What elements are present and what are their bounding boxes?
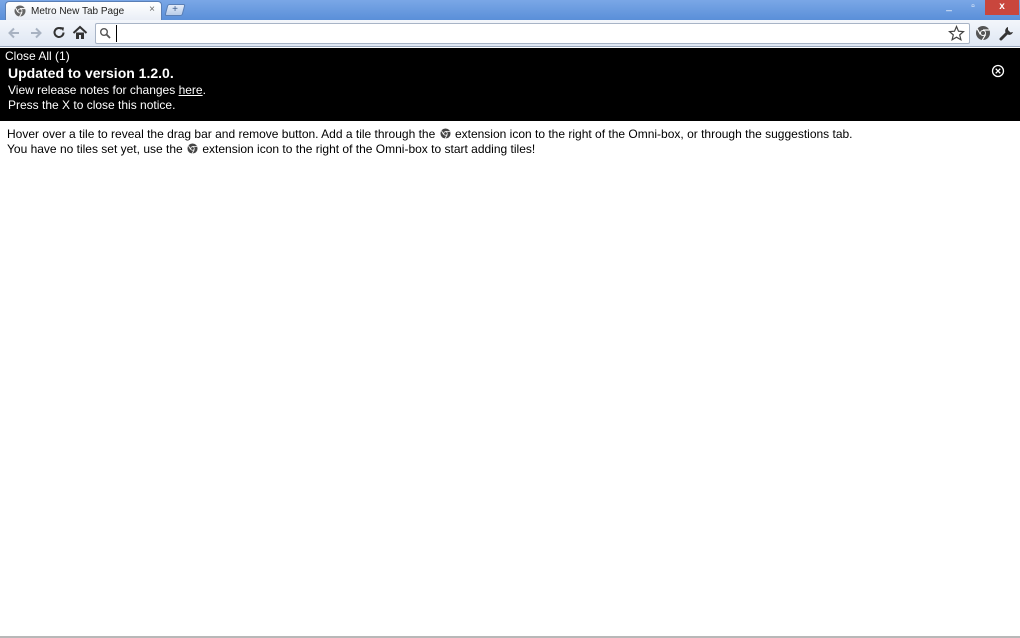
notice-instruction: Press the X to close this notice. (8, 98, 176, 112)
no-tiles-text-start: You have no tiles set yet, use the (7, 142, 187, 156)
restore-button[interactable]: ▫ (961, 0, 985, 15)
title-bar: Metro New Tab Page × + _ ▫ x (0, 0, 1020, 20)
search-icon (100, 28, 111, 39)
wrench-icon (999, 27, 1013, 41)
reload-icon (53, 27, 65, 39)
browser-tab[interactable]: Metro New Tab Page × (5, 1, 162, 20)
minimize-button[interactable]: _ (937, 0, 961, 15)
reload-button[interactable] (50, 24, 68, 42)
wrench-menu-button[interactable] (998, 24, 1016, 42)
close-circle-icon[interactable] (991, 64, 1005, 78)
tab-close-icon[interactable]: × (149, 4, 155, 15)
release-notes-text: View release notes for changes here. (8, 83, 206, 97)
forward-button[interactable] (27, 24, 45, 42)
forward-arrow-icon (31, 27, 42, 39)
page-content: Hover over a tile to reveal the drag bar… (7, 127, 853, 157)
release-notes-link[interactable]: here (179, 83, 203, 97)
close-all-button[interactable]: Close All (1) (5, 49, 70, 63)
browser-toolbar (0, 20, 1020, 47)
extension-button[interactable] (974, 24, 992, 42)
chrome-favicon-icon (14, 5, 26, 17)
bookmark-star-icon[interactable] (948, 25, 965, 42)
plus-icon: + (172, 4, 179, 15)
instructions-text-end: extension icon to the right of the Omni-… (451, 127, 853, 141)
chrome-extension-icon (440, 128, 451, 139)
chrome-extension-icon (187, 143, 198, 154)
back-button[interactable] (5, 24, 23, 42)
home-button[interactable] (71, 24, 89, 42)
chrome-extension-icon (976, 26, 990, 41)
back-arrow-icon (8, 27, 19, 39)
window-close-button[interactable]: x (985, 0, 1019, 15)
no-tiles-message: You have no tiles set yet, use the exten… (7, 142, 853, 157)
update-notice: Close All (1) Updated to version 1.2.0. … (0, 48, 1020, 121)
release-notes-suffix: . (202, 83, 206, 97)
release-notes-prefix: View release notes for changes (8, 83, 179, 97)
tab-title: Metro New Tab Page (31, 6, 125, 17)
omnibox-input[interactable] (116, 25, 946, 42)
instructions-line: Hover over a tile to reveal the drag bar… (7, 127, 853, 142)
home-icon (72, 25, 88, 39)
instructions-text-start: Hover over a tile to reveal the drag bar… (7, 127, 439, 141)
notice-title: Updated to version 1.2.0. (8, 65, 174, 81)
new-tab-button[interactable]: + (164, 4, 186, 16)
omnibox[interactable] (95, 23, 970, 44)
no-tiles-text-end: extension icon to the right of the Omni-… (199, 142, 536, 156)
